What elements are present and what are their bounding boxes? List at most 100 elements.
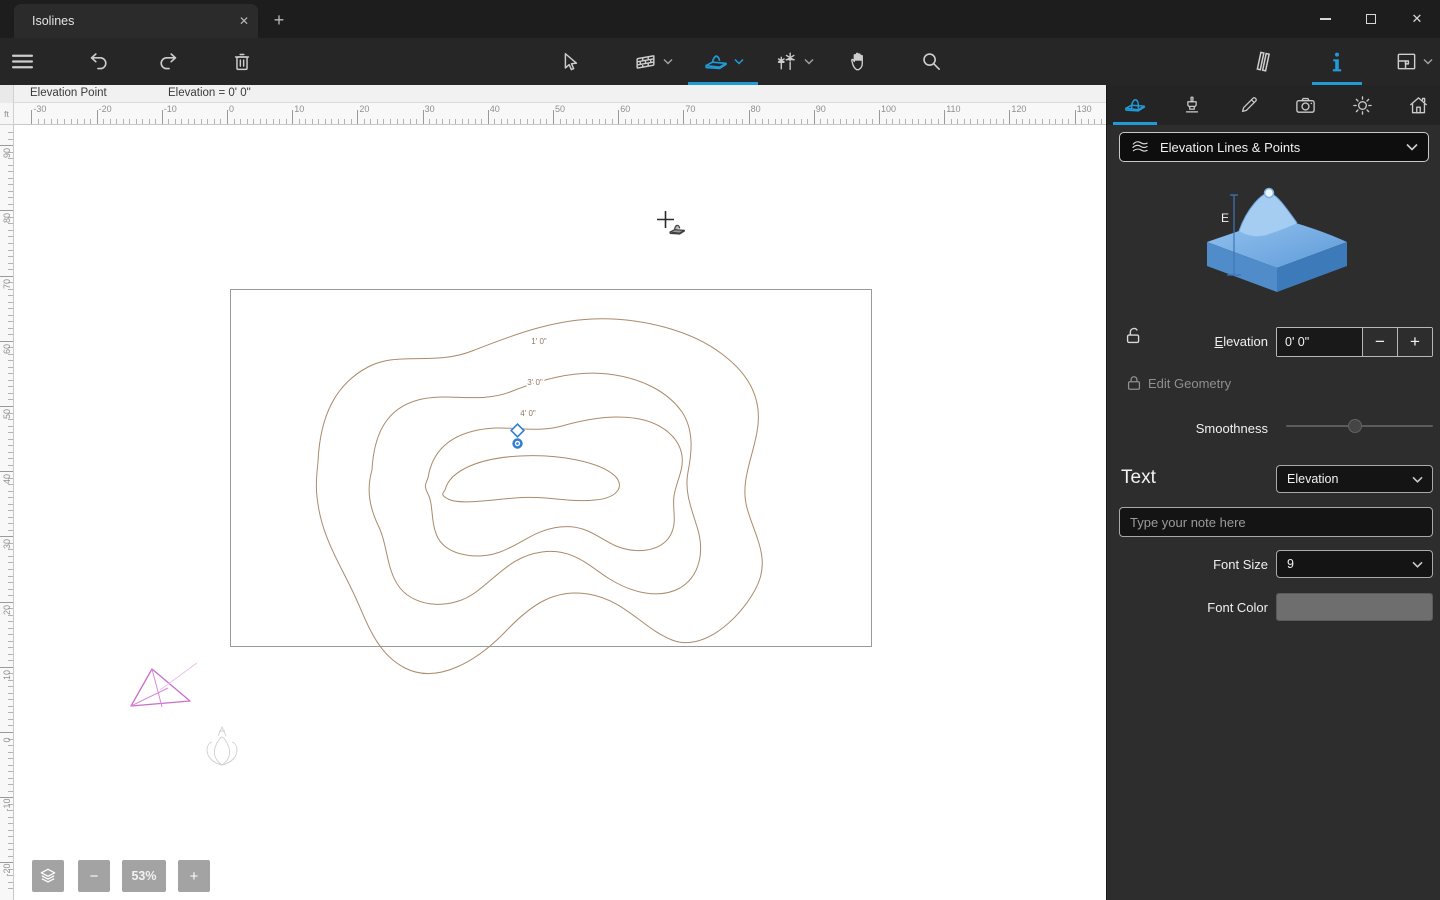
ruler-tick: [57, 119, 59, 124]
library-button[interactable]: [1246, 38, 1284, 85]
slider-thumb[interactable]: [1348, 419, 1362, 433]
ruler-label: 70: [685, 104, 696, 114]
camera-object[interactable]: [130, 662, 198, 708]
delete-button[interactable]: [226, 38, 258, 85]
ruler-label: 0: [229, 104, 235, 114]
ruler-tick: [794, 119, 796, 124]
ruler-tick: [8, 621, 13, 623]
plants-tool-button[interactable]: [766, 38, 822, 85]
building-tool-button[interactable]: [626, 38, 680, 85]
font-size-dropdown[interactable]: 9: [1276, 550, 1433, 578]
chevron-down-icon[interactable]: [663, 58, 673, 65]
ruler-tick: [181, 119, 183, 124]
ruler-tick: [1015, 119, 1017, 124]
terrain-boundary-rect[interactable]: [230, 289, 872, 647]
tab-annotations[interactable]: [1227, 85, 1271, 125]
text-type-dropdown[interactable]: Elevation: [1276, 465, 1433, 493]
close-button[interactable]: ✕: [1394, 0, 1440, 38]
smoothness-slider[interactable]: [1286, 418, 1433, 434]
font-color-label: Font Color: [1207, 600, 1268, 615]
ruler-tick: [716, 119, 717, 124]
application-window: { "window": { "tab_title": "Isolines", "…: [0, 0, 1440, 900]
zoom-in-button[interactable]: +: [178, 860, 210, 892]
elevation-measure-label: E: [1221, 211, 1229, 225]
ruler-tick: [8, 712, 13, 714]
object-type-selector[interactable]: Elevation Lines & Points: [1119, 132, 1429, 162]
ruler-tick: [8, 360, 13, 362]
ruler-tick: [8, 516, 13, 518]
ruler-tick: [839, 119, 841, 124]
tab-cameras[interactable]: [1283, 85, 1327, 125]
ruler-tick: [8, 321, 13, 323]
ruler-tick: [64, 119, 65, 124]
undo-button[interactable]: [82, 38, 114, 85]
elevation-decrement-button[interactable]: −: [1362, 328, 1397, 356]
elevation-input[interactable]: [1277, 328, 1362, 356]
layers-button[interactable]: [32, 860, 64, 892]
note-input[interactable]: [1119, 507, 1433, 537]
menu-button[interactable]: [4, 38, 40, 85]
edit-geometry-button[interactable]: Edit Geometry: [1148, 376, 1231, 391]
maximize-button[interactable]: [1348, 0, 1394, 38]
ruler-tick: [872, 119, 874, 124]
tab-building[interactable]: [1396, 85, 1440, 125]
ruler-tick: [618, 110, 620, 124]
ruler-tick: [266, 119, 268, 124]
ruler-tick: [885, 119, 887, 124]
ruler-tick: [546, 119, 548, 124]
ruler-tick: [774, 119, 776, 124]
isolines-icon: [1130, 137, 1150, 157]
redo-button[interactable]: [152, 38, 184, 85]
ruler-tick: [109, 119, 111, 124]
tab-materials[interactable]: [1170, 85, 1214, 125]
new-tab-button[interactable]: +: [266, 7, 292, 33]
tab-lighting[interactable]: [1340, 85, 1384, 125]
plant-object[interactable]: [206, 725, 238, 766]
status-corner: [0, 85, 14, 103]
ruler-tick: [174, 119, 176, 124]
ruler-tick: [324, 119, 326, 124]
info-panel-button[interactable]: [1312, 38, 1362, 85]
tab-close-icon[interactable]: ✕: [230, 14, 258, 28]
ruler-tick: [957, 119, 959, 124]
zoom-level[interactable]: 53%: [122, 860, 166, 892]
ruler-tick: [924, 119, 926, 124]
ruler-tick: [1074, 110, 1076, 124]
ruler-tick: [937, 119, 939, 124]
ruler-label: -10: [2, 798, 12, 812]
font-size-label: Font Size: [1213, 557, 1268, 572]
unlock-icon[interactable]: [1123, 325, 1145, 347]
ruler-tick: [8, 190, 13, 192]
drawing-canvas[interactable]: 1' 0" 3' 0" 4' 0": [14, 125, 1106, 900]
select-tool-button[interactable]: [552, 38, 588, 85]
zoom-out-button[interactable]: −: [78, 860, 110, 892]
ruler-tick: [8, 595, 13, 597]
ruler-tick: [8, 314, 13, 316]
ruler-tick: [292, 110, 294, 124]
ruler-tick: [8, 164, 13, 166]
pan-tool-button[interactable]: [840, 38, 878, 85]
ruler-tick: [8, 692, 13, 694]
font-color-swatch[interactable]: [1276, 593, 1433, 621]
minimize-button[interactable]: [1302, 0, 1348, 38]
ruler-tick: [8, 562, 13, 564]
search-tool-button[interactable]: [912, 38, 950, 85]
tab-object-properties[interactable]: [1113, 85, 1157, 125]
elevation-increment-button[interactable]: +: [1397, 328, 1432, 356]
view-layout-button[interactable]: [1390, 38, 1438, 85]
ruler-tick: [135, 119, 137, 124]
ruler-tick: [213, 119, 215, 124]
ruler-tick: [455, 119, 457, 124]
paintbrush-icon: [1186, 96, 1198, 113]
chevron-down-icon[interactable]: [733, 58, 744, 65]
terrain-tool-button[interactable]: [688, 38, 758, 85]
ruler-tick: [8, 758, 13, 760]
wall-tool-icon: [636, 55, 655, 69]
ruler-tick: [8, 790, 13, 792]
document-tab[interactable]: Isolines ✕: [14, 4, 258, 38]
chevron-down-icon[interactable]: [1423, 58, 1433, 65]
ruler-tick: [259, 119, 261, 124]
chevron-down-icon[interactable]: [804, 58, 814, 65]
ruler-tick: [370, 119, 372, 124]
ruler-tick: [8, 816, 13, 818]
